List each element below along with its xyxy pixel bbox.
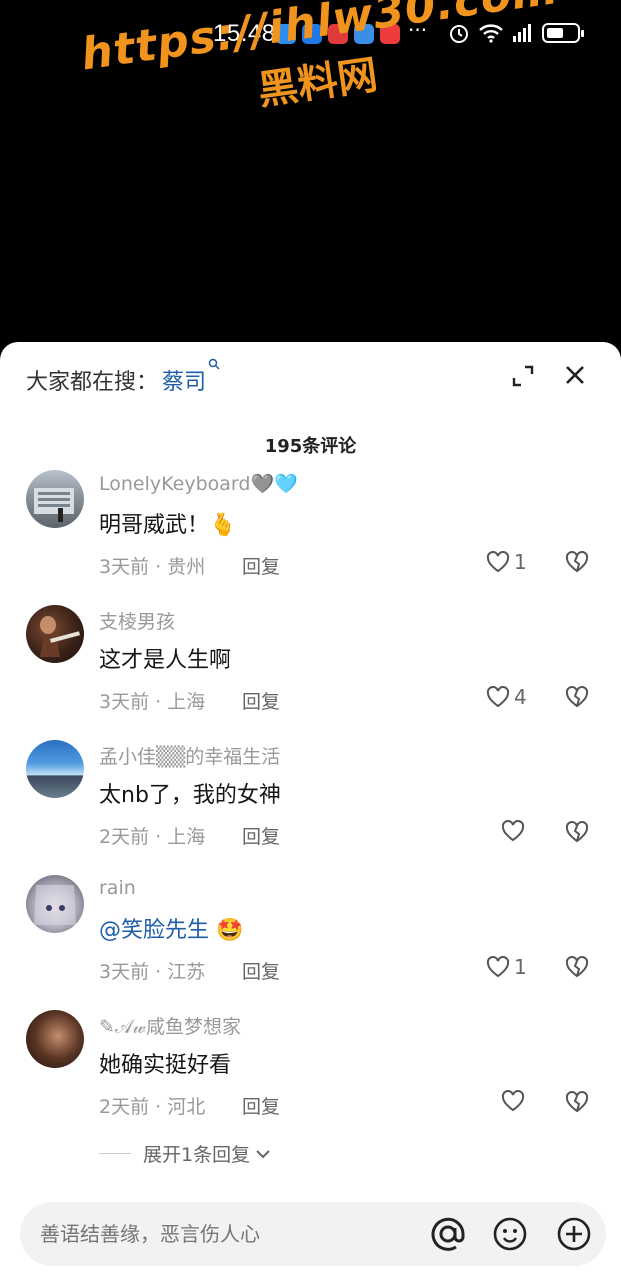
- comment-time: 2天前: [99, 1096, 150, 1118]
- chevron-down-icon: [256, 1149, 270, 1158]
- comment-author[interactable]: ✎𝒜𝓌咸鱼梦想家: [99, 1012, 241, 1039]
- broken-heart-icon[interactable]: [565, 550, 589, 574]
- close-icon[interactable]: [562, 362, 588, 388]
- comment-author[interactable]: 支棱男孩: [99, 607, 175, 634]
- heart-icon: [486, 956, 510, 978]
- reply-button[interactable]: 回复: [242, 822, 280, 849]
- broken-heart-icon[interactable]: [565, 820, 589, 844]
- comment-item: rain @笑脸先生 🤩 3天前 · 江苏 回复 1: [0, 875, 621, 1010]
- comments-sheet: 大家都在搜： 蔡司 195条评论 LonelyKeyboard🩶🩵 明哥威武！🫰 …: [0, 342, 621, 1280]
- comments-count: 195条评论: [264, 436, 357, 457]
- comment-location: 上海: [167, 691, 206, 713]
- comment-meta: 2天前 · 河北: [99, 1096, 206, 1118]
- comment-meta: 3天前 · 贵州: [99, 556, 206, 578]
- like-button[interactable]: 1: [486, 955, 527, 979]
- reply-button[interactable]: 回复: [242, 687, 280, 714]
- comment-input[interactable]: [40, 1222, 420, 1246]
- expand-replies-button[interactable]: 展开1条回复: [99, 1140, 272, 1167]
- add-icon[interactable]: [556, 1216, 592, 1252]
- like-button[interactable]: [501, 1090, 529, 1112]
- comment-time: 3天前: [99, 961, 150, 983]
- avatar[interactable]: [26, 875, 84, 933]
- search-icon: [208, 358, 220, 370]
- at-mention-icon[interactable]: [428, 1214, 468, 1254]
- heart-icon: [486, 551, 510, 573]
- comment-time: 3天前: [99, 691, 150, 713]
- trending-search: 大家都在搜： 蔡司: [26, 358, 220, 396]
- comment-location: 贵州: [167, 556, 206, 578]
- like-button[interactable]: [501, 820, 529, 842]
- divider: [99, 1153, 131, 1154]
- like-count: 4: [514, 685, 527, 709]
- like-count: 1: [514, 955, 527, 979]
- comment-text: 这才是人生啊: [99, 648, 232, 673]
- broken-heart-icon[interactable]: [565, 685, 589, 709]
- watermark: https://ihlw30.com 黑料网: [78, 0, 561, 169]
- battery-icon: [542, 23, 584, 43]
- broken-heart-icon[interactable]: [565, 1090, 589, 1114]
- avatar[interactable]: [26, 470, 84, 528]
- like-button[interactable]: 4: [486, 685, 527, 709]
- comment-author[interactable]: rain: [99, 877, 136, 899]
- heart-icon: [501, 1090, 525, 1112]
- avatar[interactable]: [26, 605, 84, 663]
- heart-icon: [486, 686, 510, 708]
- comment-location: 河北: [167, 1096, 206, 1118]
- heart-icon: [501, 820, 525, 842]
- comment-item: LonelyKeyboard🩶🩵 明哥威武！🫰 3天前 · 贵州 回复 1: [0, 470, 621, 605]
- comment-location: 上海: [167, 826, 206, 848]
- comment-meta: 3天前 · 江苏: [99, 961, 206, 983]
- trending-search-keyword[interactable]: 蔡司: [162, 370, 206, 395]
- anime-avatar: [34, 885, 76, 925]
- mention-link[interactable]: @笑脸先生: [99, 918, 209, 943]
- reply-button[interactable]: 回复: [242, 957, 280, 984]
- comment-time: 3天前: [99, 556, 150, 578]
- broken-heart-icon[interactable]: [565, 955, 589, 979]
- comment-text: @笑脸先生 🤩: [99, 912, 243, 944]
- avatar[interactable]: [26, 740, 84, 798]
- reply-button[interactable]: 回复: [242, 552, 280, 579]
- expand-replies-label: 展开1条回复: [143, 1144, 251, 1166]
- comment-item: 支棱男孩 这才是人生啊 3天前 · 上海 回复 4: [0, 605, 621, 740]
- comment-input-bar: [20, 1202, 606, 1266]
- comment-text: 明哥威武！🫰: [99, 513, 237, 538]
- comment-author[interactable]: 孟小佳▒▒的幸福生活: [99, 742, 280, 769]
- comment-item: ✎𝒜𝓌咸鱼梦想家 她确实挺好看 2天前 · 河北 回复: [0, 1010, 621, 1145]
- like-count: 1: [514, 550, 527, 574]
- comment-meta: 3天前 · 上海: [99, 691, 206, 713]
- comment-meta: 2天前 · 上海: [99, 826, 206, 848]
- comment-item: 孟小佳▒▒的幸福生活 太nb了，我的女神 2天前 · 上海 回复: [0, 740, 621, 875]
- avatar[interactable]: [26, 1010, 84, 1068]
- guitarist-photo: [40, 616, 81, 657]
- comment-author[interactable]: LonelyKeyboard🩶🩵: [99, 472, 298, 495]
- trending-search-prefix: 大家都在搜：: [26, 370, 159, 395]
- reply-button[interactable]: 回复: [242, 1092, 280, 1119]
- comment-emoji: 🤩: [216, 918, 244, 943]
- comment-time: 2天前: [99, 826, 150, 848]
- fullscreen-icon[interactable]: [511, 364, 535, 388]
- like-button[interactable]: 1: [486, 550, 527, 574]
- emoji-icon[interactable]: [492, 1216, 528, 1252]
- comment-text: 太nb了，我的女神: [99, 783, 281, 808]
- comment-text: 她确实挺好看: [99, 1053, 232, 1078]
- comment-location: 江苏: [167, 961, 206, 983]
- building-photo: [34, 488, 74, 522]
